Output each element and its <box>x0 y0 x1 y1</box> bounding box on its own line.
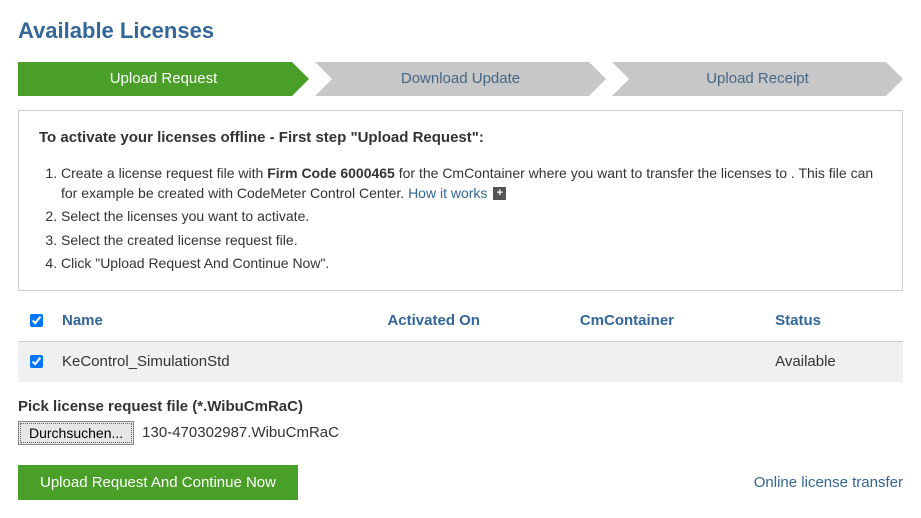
instructions-heading: To activate your licenses offline - Firs… <box>39 129 882 146</box>
step-upload-request[interactable]: Upload Request <box>18 62 309 96</box>
instructions-panel: To activate your licenses offline - Firs… <box>18 110 903 291</box>
instruction-1-bold: Firm Code 6000465 <box>267 165 395 181</box>
instruction-4: Click "Upload Request And Continue Now". <box>61 254 882 274</box>
header-activated-on: Activated On <box>379 301 571 342</box>
instruction-2: Select the licenses you want to activate… <box>61 207 882 227</box>
step-download-update[interactable]: Download Update <box>315 62 606 96</box>
cell-activated-on <box>379 341 571 382</box>
browse-button[interactable]: Durchsuchen... <box>18 421 134 445</box>
license-table: Name Activated On CmContainer Status KeC… <box>18 301 903 382</box>
file-picker-label: Pick license request file (*.WibuCmRaC) <box>18 398 903 415</box>
footer-row: Upload Request And Continue Now Online l… <box>18 465 903 500</box>
selected-file-name: 130-470302987.WibuCmRaC <box>142 424 339 441</box>
step-upload-receipt[interactable]: Upload Receipt <box>612 62 903 96</box>
header-name: Name <box>54 301 379 342</box>
instructions-list: Create a license request file with Firm … <box>39 164 882 274</box>
upload-request-button[interactable]: Upload Request And Continue Now <box>18 465 298 500</box>
cell-status: Available <box>767 341 903 382</box>
online-license-transfer-link[interactable]: Online license transfer <box>754 474 903 491</box>
file-picker-row: Durchsuchen... 130-470302987.WibuCmRaC <box>18 421 903 445</box>
stepper: Upload Request Download Update Upload Re… <box>18 62 903 96</box>
row-checkbox[interactable] <box>30 355 43 368</box>
header-cmcontainer: CmContainer <box>572 301 767 342</box>
select-all-checkbox[interactable] <box>30 314 43 327</box>
instruction-3: Select the created license request file. <box>61 231 882 251</box>
instruction-1: Create a license request file with Firm … <box>61 164 882 203</box>
header-checkbox[interactable] <box>18 301 54 342</box>
cell-cmcontainer <box>572 341 767 382</box>
how-it-works-link[interactable]: How it works <box>408 185 487 201</box>
header-status: Status <box>767 301 903 342</box>
cell-name: KeControl_SimulationStd <box>54 341 379 382</box>
page-title: Available Licenses <box>18 18 903 44</box>
plus-icon[interactable]: + <box>493 187 506 200</box>
table-row: KeControl_SimulationStd Available <box>18 341 903 382</box>
instruction-1-pre: Create a license request file with <box>61 165 267 181</box>
